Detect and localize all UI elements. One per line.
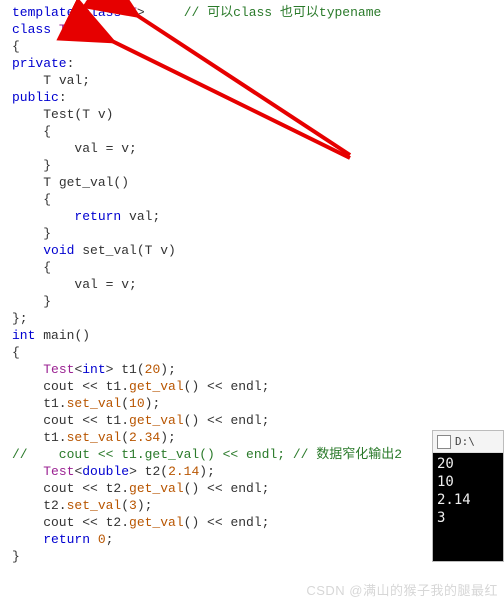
code-editor: template<class T> // 可以class 也可以typename… xyxy=(0,0,504,569)
watermark: CSDN @满山的猴子我的腿最红 xyxy=(306,582,498,599)
kw-template: template xyxy=(12,5,74,20)
access-private: private xyxy=(12,56,67,71)
console-window: D:\ 20 10 2.14 3 xyxy=(432,430,504,562)
class-name: Test xyxy=(59,22,90,37)
console-icon xyxy=(437,435,451,449)
commented-line: // cout << t1.get_val() << endl; // 数据窄化… xyxy=(12,447,402,462)
console-output: 20 10 2.14 3 xyxy=(433,453,503,561)
console-titlebar: D:\ xyxy=(433,431,503,453)
comment-top: // 可以class 也可以typename xyxy=(184,5,382,20)
console-title-text: D:\ xyxy=(455,433,475,450)
access-public: public xyxy=(12,90,59,105)
